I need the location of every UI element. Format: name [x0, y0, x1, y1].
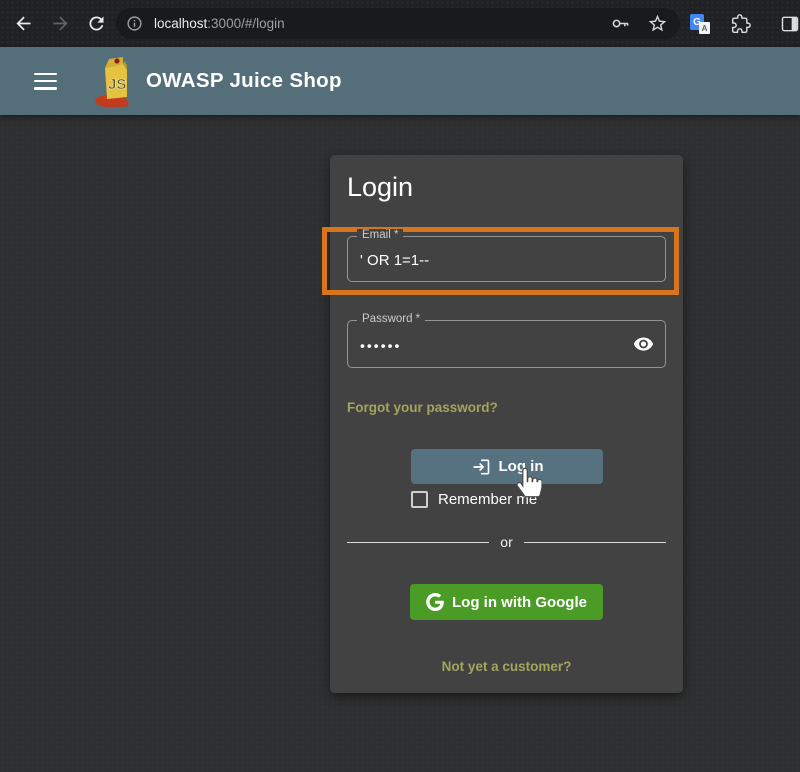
google-g-icon	[426, 593, 444, 611]
back-icon[interactable]	[13, 13, 34, 34]
login-button[interactable]: Log in	[411, 449, 603, 484]
url-text[interactable]: localhost:3000/#/login	[154, 16, 285, 31]
remember-me-checkbox[interactable]	[411, 491, 428, 508]
password-value: ••••••	[360, 337, 401, 353]
google-button-label: Log in with Google	[452, 594, 587, 611]
login-button-label: Log in	[499, 458, 544, 475]
app-header: JS OWASP Juice Shop	[0, 47, 800, 115]
app-title: OWASP Juice Shop	[146, 69, 342, 93]
show-password-eye-icon[interactable]	[633, 334, 654, 355]
or-divider: or	[347, 534, 666, 550]
bookmark-star-icon[interactable]	[647, 13, 668, 34]
login-title: Login	[347, 172, 413, 203]
extensions-puzzle-icon[interactable]	[731, 14, 751, 34]
url-path: :3000/#/login	[207, 16, 284, 31]
divider-or-label: or	[500, 534, 512, 550]
browser-toolbar: localhost:3000/#/login G A	[0, 0, 800, 47]
menu-hamburger-icon[interactable]	[34, 73, 57, 90]
refresh-icon[interactable]	[86, 13, 107, 34]
address-bar[interactable]: localhost:3000/#/login	[116, 8, 680, 39]
password-manager-key-icon[interactable]	[610, 13, 631, 34]
forward-icon[interactable]	[50, 13, 71, 34]
page-background: Login Email * ' OR 1=1-- Password * ••••…	[0, 115, 800, 772]
svg-text:JS: JS	[108, 76, 126, 93]
url-host: localhost	[154, 16, 207, 31]
translate-icon-white-tile: A	[699, 22, 710, 34]
side-panel-icon[interactable]	[780, 14, 800, 34]
divider-line-right	[524, 542, 666, 543]
google-login-button[interactable]: Log in with Google	[410, 584, 603, 620]
forgot-password-link[interactable]: Forgot your password?	[347, 400, 498, 415]
remember-me-row[interactable]: Remember me	[411, 491, 537, 508]
site-info-icon[interactable]	[126, 15, 143, 32]
email-value: ' OR 1=1--	[360, 252, 429, 269]
login-card: Login Email * ' OR 1=1-- Password * ••••…	[330, 155, 683, 693]
login-arrow-icon	[471, 457, 491, 477]
email-label: Email *	[357, 229, 403, 241]
register-link[interactable]: Not yet a customer?	[330, 659, 683, 674]
remember-me-label: Remember me	[438, 491, 537, 508]
password-field[interactable]: Password * ••••••	[347, 320, 666, 368]
password-label: Password *	[357, 313, 425, 325]
email-field[interactable]: Email * ' OR 1=1--	[347, 236, 666, 282]
translate-extension-icon[interactable]: G A	[690, 14, 710, 34]
divider-line-left	[347, 542, 489, 543]
juice-shop-logo: JS	[92, 53, 139, 109]
